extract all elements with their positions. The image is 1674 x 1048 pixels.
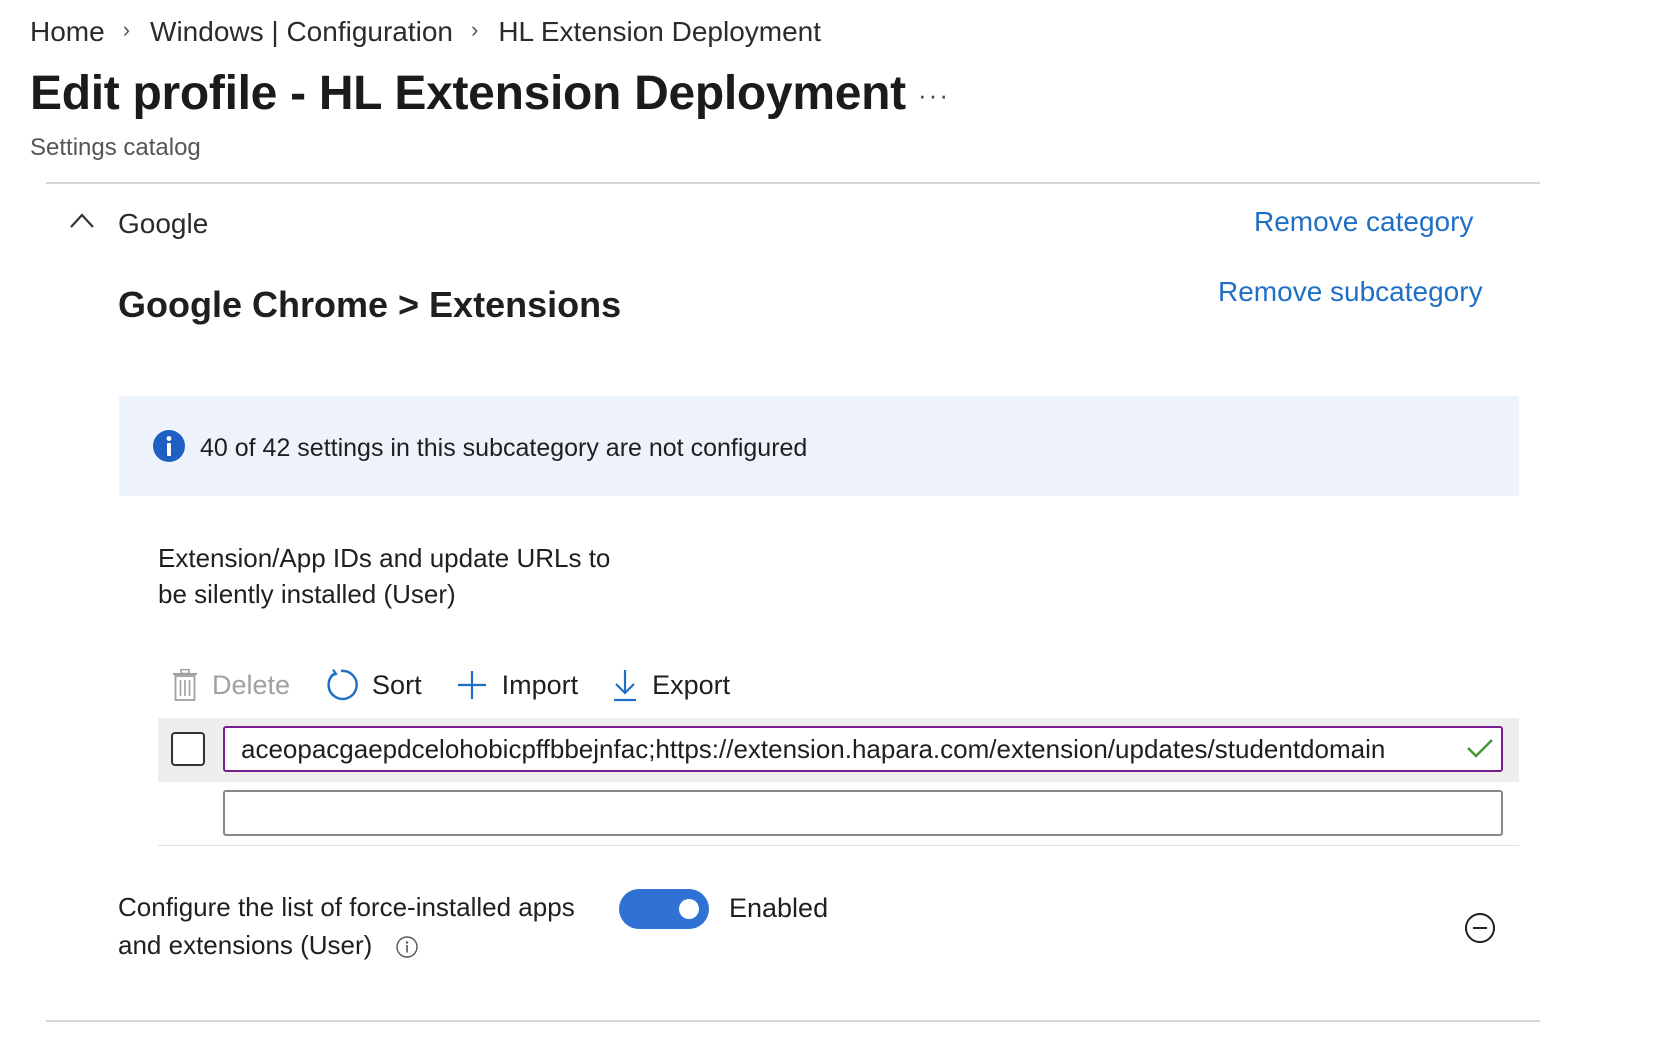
- sort-label: Sort: [372, 669, 422, 700]
- more-options-button[interactable]: ···: [918, 80, 950, 111]
- info-icon: [153, 430, 185, 462]
- remove-subcategory-link[interactable]: Remove subcategory: [1218, 276, 1483, 308]
- export-label: Export: [652, 669, 731, 700]
- page-subtitle: Settings catalog: [30, 134, 201, 161]
- import-label: Import: [501, 669, 579, 700]
- category-name: Google: [118, 208, 209, 239]
- setting-label-line: be silently installed (User): [158, 579, 456, 609]
- chevron-right-icon: ›: [122, 17, 131, 42]
- list-toolbar: Delete Sort Import Export: [172, 664, 764, 706]
- setting-label-line: Configure the list of force-installed ap…: [118, 892, 575, 922]
- setting-label-extension-ids: Extension/App IDs and update URLs to be …: [158, 540, 610, 612]
- import-button[interactable]: Import: [456, 669, 579, 701]
- chevron-right-icon: ›: [471, 17, 479, 42]
- breadcrumb: Home › Windows | Configuration › HL Exte…: [30, 14, 821, 50]
- trash-icon: [173, 669, 197, 701]
- minus-circle-icon[interactable]: [1464, 912, 1496, 944]
- export-button[interactable]: Export: [612, 668, 730, 702]
- plus-icon: [457, 671, 486, 699]
- info-outline-icon[interactable]: [395, 936, 418, 958]
- setting-label-line: Extension/App IDs and update URLs to: [158, 543, 611, 573]
- download-icon: [614, 670, 637, 702]
- breadcrumb-windows-configuration[interactable]: Windows | Configuration: [150, 16, 453, 48]
- row-checkbox[interactable]: [171, 732, 205, 766]
- breadcrumb-profile[interactable]: HL Extension Deployment: [498, 16, 821, 48]
- remove-category-link[interactable]: Remove category: [1254, 206, 1473, 238]
- setting-label-force-installed: Configure the list of force-installed ap…: [118, 888, 575, 964]
- page-title: Edit profile - HL Extension Deployment: [30, 67, 906, 120]
- setting-label-line-wrap: and extensions (User): [118, 926, 575, 964]
- info-banner-text: 40 of 42 settings in this subcategory ar…: [200, 434, 808, 462]
- delete-button[interactable]: Delete: [172, 669, 290, 701]
- toggle-state-label: Enabled: [729, 893, 829, 923]
- new-extension-id-input[interactable]: [223, 790, 1503, 836]
- chevron-up-icon[interactable]: [68, 210, 96, 230]
- breadcrumb-home[interactable]: Home: [30, 16, 105, 48]
- setting-label-line: and extensions (User): [118, 930, 373, 960]
- subcategory-title: Google Chrome > Extensions: [118, 284, 622, 325]
- extension-id-input[interactable]: [223, 726, 1503, 772]
- checkmark-icon: [1467, 739, 1493, 758]
- sort-button[interactable]: Sort: [324, 668, 422, 702]
- delete-label: Delete: [212, 669, 291, 700]
- divider: [158, 845, 1519, 846]
- enabled-toggle[interactable]: [619, 889, 709, 929]
- refresh-icon: [327, 668, 358, 701]
- divider: [46, 1020, 1540, 1022]
- divider: [46, 182, 1540, 184]
- toggle-knob: [679, 899, 699, 919]
